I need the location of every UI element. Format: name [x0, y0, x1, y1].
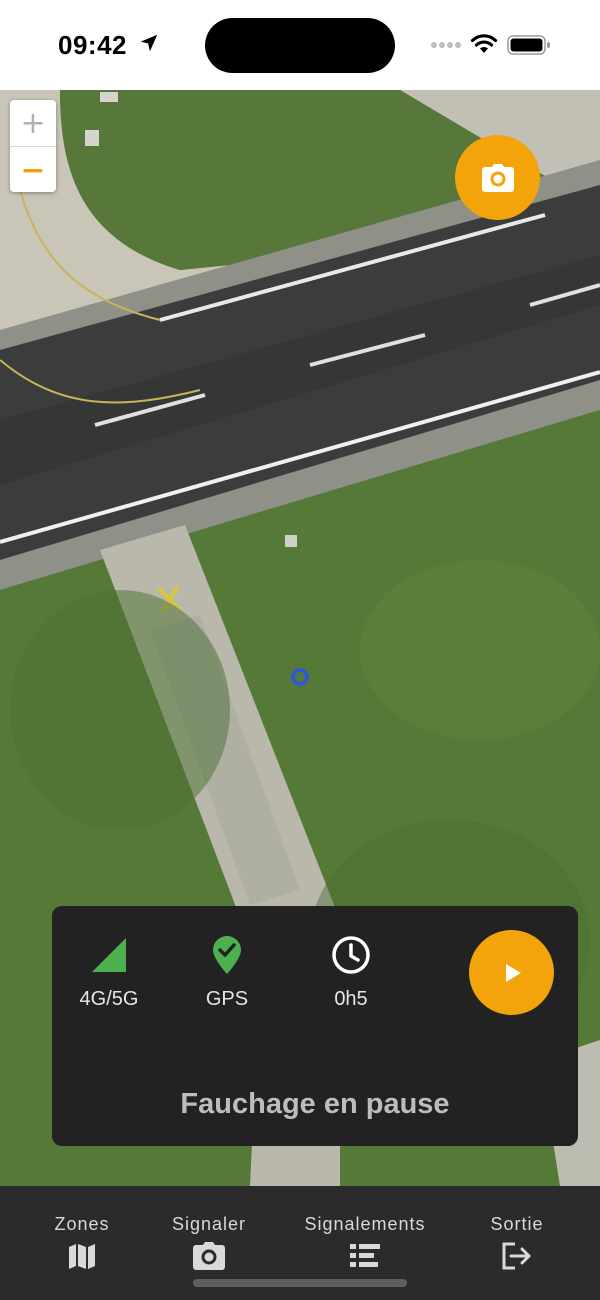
- battery-icon: [507, 35, 550, 55]
- mowing-status-panel: 4G/5G GPS 0h5 Fauchage en pause: [52, 906, 578, 1146]
- camera-icon: [481, 163, 514, 192]
- nav-zones-label: Zones: [54, 1214, 110, 1234]
- camera-button[interactable]: [455, 135, 540, 220]
- dynamic-island: [205, 18, 395, 73]
- camera-icon: [193, 1242, 225, 1270]
- signal-strength-icon: [92, 938, 126, 972]
- network-status: 4G/5G: [64, 932, 154, 1011]
- timer-status: 0h5: [306, 932, 396, 1011]
- nav-sortie[interactable]: Sortie: [452, 1214, 582, 1271]
- mowing-status-text: Fauchage en pause: [180, 1088, 450, 1120]
- nav-signaler-label: Signaler: [171, 1214, 247, 1234]
- gps-check-icon: [213, 936, 241, 974]
- gps-label: GPS: [205, 988, 249, 1010]
- wifi-icon: [470, 34, 498, 53]
- status-bar: 09:42: [0, 0, 600, 90]
- nav-zones[interactable]: Zones: [17, 1214, 147, 1271]
- home-indicator: [193, 1279, 407, 1287]
- play-button[interactable]: [469, 930, 554, 1015]
- zoom-in-button[interactable]: +: [10, 100, 56, 147]
- nav-signalements-label: Signalements: [304, 1214, 426, 1234]
- zoom-control: + −: [10, 100, 56, 192]
- timer-label: 0h5: [334, 988, 368, 1010]
- location-dot-icon: [291, 668, 309, 686]
- gps-status: GPS: [182, 932, 272, 1011]
- status-time: 09:42: [58, 30, 127, 60]
- nav-signalements[interactable]: Signalements: [285, 1214, 445, 1271]
- clock-icon: [332, 936, 370, 974]
- play-icon: [505, 963, 521, 982]
- network-label: 4G/5G: [79, 988, 139, 1010]
- logout-icon: [502, 1242, 531, 1270]
- map-icon: [69, 1244, 95, 1269]
- nav-sortie-label: Sortie: [490, 1214, 544, 1234]
- location-arrow-icon: [140, 34, 158, 52]
- signal-dots-icon: [431, 42, 461, 48]
- list-icon: [350, 1244, 380, 1267]
- zoom-out-button[interactable]: −: [10, 147, 56, 193]
- nav-signaler[interactable]: Signaler: [144, 1214, 274, 1271]
